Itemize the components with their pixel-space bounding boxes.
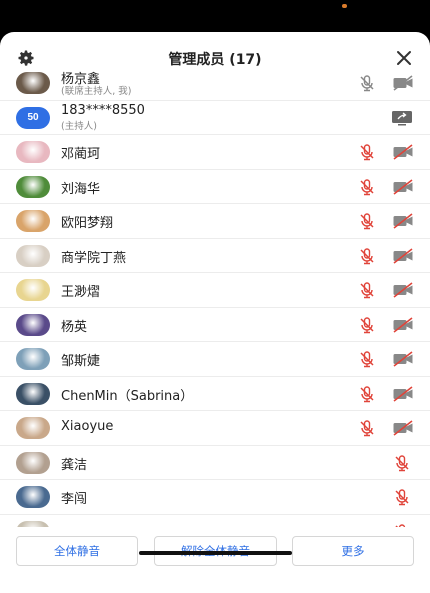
participant-row[interactable]: 刘海华 — [0, 170, 430, 204]
avatar-badge: 50 — [16, 106, 50, 129]
mic-muted-icon[interactable] — [358, 419, 376, 437]
participant-row[interactable]: 邓蔺珂 — [0, 135, 430, 170]
participant-name: 邓蔺珂 — [61, 147, 101, 162]
screen-share-icon[interactable] — [391, 110, 413, 126]
mic-muted-icon[interactable] — [393, 488, 411, 506]
mic-muted-icon[interactable] — [358, 247, 376, 265]
participant-row[interactable]: 邹斯婕 — [0, 342, 430, 377]
participant-name: 刘海华 — [61, 181, 101, 197]
mic-muted-icon[interactable] — [358, 74, 376, 92]
participant-name: 欧阳梦翔 — [61, 216, 114, 231]
avatar — [16, 210, 50, 232]
participant-name: 183****8550 — [61, 102, 145, 118]
avatar — [16, 244, 50, 267]
mic-muted-icon[interactable] — [358, 385, 376, 403]
camera-off-icon[interactable] — [392, 143, 414, 161]
camera-off-icon[interactable] — [392, 350, 414, 368]
avatar — [16, 175, 50, 198]
mic-muted-icon[interactable] — [358, 350, 376, 368]
participant-row[interactable]: 王渺熠 — [0, 273, 430, 308]
participant-row[interactable]: 施乃夫 — [0, 515, 430, 528]
participant-row[interactable]: ChenMin（Sabrina） — [0, 377, 430, 411]
status-indicator — [342, 4, 347, 8]
participant-name: 王渺熠 — [61, 285, 101, 300]
action-bar: 全体静音 解除全体静音 更多 — [0, 528, 430, 593]
camera-off-icon[interactable] — [392, 247, 414, 265]
participant-row[interactable]: 李闯 — [0, 480, 430, 515]
home-indicator — [139, 551, 292, 555]
avatar — [16, 72, 50, 94]
more-button[interactable]: 更多 — [292, 536, 414, 566]
camera-off-icon[interactable] — [392, 385, 414, 403]
participant-name: ChenMin（Sabrina） — [61, 388, 194, 404]
participant-name: 李闯 — [61, 492, 88, 507]
camera-off-icon[interactable] — [392, 281, 414, 299]
mute-all-button[interactable]: 全体静音 — [16, 536, 138, 566]
participant-row[interactable]: 杨京鑫 (联席主持人, 我) — [0, 66, 430, 101]
participant-row[interactable]: 商学院丁燕 — [0, 239, 430, 273]
participant-row[interactable]: 50 183****8550 (主持人) — [0, 101, 430, 135]
participant-name: Xiaoyue — [61, 419, 114, 434]
mic-muted-icon[interactable] — [358, 178, 376, 196]
mic-muted-icon[interactable] — [358, 143, 376, 161]
mic-muted-icon[interactable] — [358, 316, 376, 334]
avatar — [16, 382, 50, 405]
camera-off-icon[interactable] — [392, 419, 414, 437]
participant-role: (主持人) — [61, 120, 97, 132]
close-icon[interactable] — [394, 48, 414, 68]
avatar — [16, 520, 50, 527]
participant-row[interactable]: 欧阳梦翔 — [0, 204, 430, 239]
mic-muted-icon[interactable] — [393, 523, 411, 527]
participant-role: (联席主持人, 我) — [61, 86, 132, 97]
camera-off-icon[interactable] — [392, 212, 414, 230]
manage-members-sheet: 管理成员 (17) 杨京鑫 (联席主持人, 我) 50 183****8550 (主持人… — [0, 32, 430, 593]
participant-row[interactable]: 杨英 — [0, 308, 430, 342]
mic-muted-icon[interactable] — [393, 454, 411, 472]
camera-off-icon[interactable] — [392, 316, 414, 334]
camera-off-icon[interactable] — [392, 178, 414, 196]
avatar — [16, 486, 50, 508]
participant-name: 施乃夫 — [61, 523, 100, 528]
participant-name: 杨英 — [61, 319, 88, 335]
avatar — [16, 451, 50, 474]
mic-muted-icon[interactable] — [358, 212, 376, 230]
participant-name: 邹斯婕 — [61, 354, 101, 369]
camera-off-icon[interactable] — [392, 74, 414, 92]
avatar — [16, 313, 50, 336]
mic-muted-icon[interactable] — [358, 281, 376, 299]
avatar — [16, 141, 50, 163]
member-list[interactable]: 杨京鑫 (联席主持人, 我) 50 183****8550 (主持人) 邓蔺珂刘海华欧阳梦… — [0, 66, 430, 527]
participant-row[interactable]: Xiaoyue — [0, 411, 430, 446]
participant-name: 商学院丁燕 — [61, 250, 127, 266]
avatar — [16, 279, 50, 301]
participant-name: 龚洁 — [61, 457, 88, 473]
avatar — [16, 417, 50, 439]
participant-row[interactable]: 龚洁 — [0, 446, 430, 480]
avatar — [16, 348, 50, 370]
